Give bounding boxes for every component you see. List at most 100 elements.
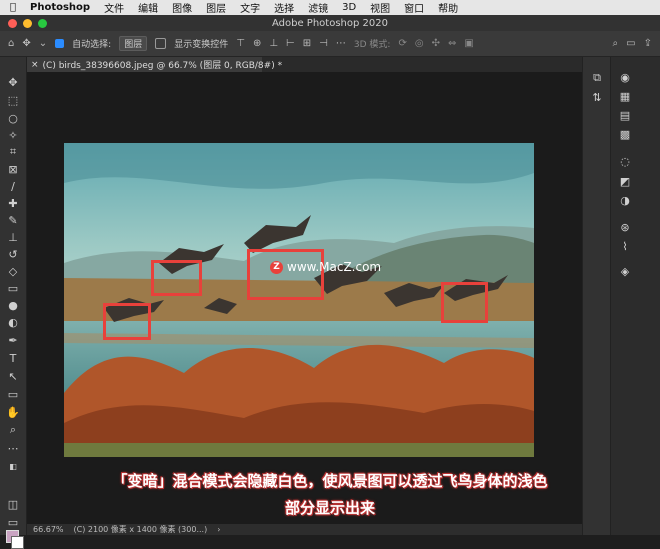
menu-type[interactable]: 文字 — [240, 0, 260, 15]
channels-panel-icon[interactable]: ⊛ — [617, 221, 633, 234]
gradient-tool-icon[interactable]: ▭ — [5, 281, 21, 295]
align-top-icon[interactable]: ⊤ — [236, 38, 245, 49]
mac-menubar:  Photoshop 文件 编辑 图像 图层 文字 选择 滤镜 3D 视图 窗… — [0, 0, 660, 15]
share-icon[interactable]: ⇪ — [644, 38, 652, 49]
patterns-panel-icon[interactable]: ▩ — [617, 128, 633, 141]
3d-pan-icon[interactable]: ✣ — [432, 38, 440, 49]
paths-panel-icon[interactable]: ⌇ — [617, 240, 633, 253]
menu-select[interactable]: 选择 — [274, 0, 294, 15]
color-panel-icon[interactable]: ◉ — [617, 71, 633, 84]
background-color-swatch[interactable] — [11, 536, 24, 549]
menu-image[interactable]: 图像 — [172, 0, 192, 15]
auto-select-label: 自动选择: — [72, 40, 112, 50]
auto-select-dropdown[interactable]: 图层 — [119, 36, 148, 51]
healing-brush-icon[interactable]: ✚ — [5, 196, 21, 210]
adjustments-panel-icon[interactable]: ◩ — [617, 175, 633, 188]
auto-select-checkbox[interactable] — [55, 39, 65, 48]
zoom-window-button[interactable] — [38, 19, 47, 28]
distribute-icon[interactable]: ⋯ — [336, 38, 346, 49]
tab-document[interactable]: × (C) birds_38396608.jpeg @ 66.7% (图层 0,… — [27, 57, 282, 72]
document-tab-title: (C) birds_38396608.jpeg @ 66.7% (图层 0, R… — [42, 61, 283, 71]
chevron-down-icon[interactable]: ⌄ — [39, 38, 47, 49]
close-icon[interactable]: × — [31, 60, 39, 70]
home-icon[interactable]: ⌂ — [8, 38, 14, 49]
highlight-box — [247, 249, 324, 300]
align-center-icon[interactable]: ⊞ — [303, 38, 311, 49]
zoom-level[interactable]: 66.67% — [33, 525, 64, 534]
menu-window[interactable]: 窗口 — [404, 0, 424, 15]
watermark-text: www.MacZ.com — [287, 260, 382, 274]
document-info: (C) 2100 像素 x 1400 像素 (300...) — [73, 525, 208, 534]
swatches-panel-icon[interactable]: ▦ — [617, 90, 633, 103]
options-bar: ⌂ ✥ ⌄ 自动选择: 图层 显示变换控件 ⊤ ⊕ ⊥ ⊢ ⊞ ⊣ ⋯ 3D 模… — [0, 31, 660, 57]
panel-dock-collapsed: ⧉ ⇅ — [582, 57, 611, 535]
lasso-tool-icon[interactable]: ○ — [5, 111, 21, 125]
highlight-box — [103, 303, 151, 340]
workspace-icon[interactable]: ▭ — [626, 38, 635, 49]
document-tab-bar: × (C) birds_38396608.jpeg @ 66.7% (图层 0,… — [27, 57, 582, 72]
align-middle-icon[interactable]: ⊕ — [253, 38, 261, 49]
align-left-icon[interactable]: ⊢ — [286, 38, 295, 49]
caption-line-1: 「变暗」混合模式会隐藏白色，使风景图可以透过飞鸟身体的浅色 — [112, 472, 548, 490]
history-panel-icon[interactable]: ⧉ — [589, 71, 605, 85]
hand-tool-icon[interactable]: ✋ — [5, 405, 21, 419]
3d-roll-icon[interactable]: ◎ — [415, 38, 424, 49]
chevron-right-icon[interactable]: › — [217, 525, 220, 534]
3d-rotate-icon[interactable]: ⟳ — [398, 38, 406, 49]
styles-panel-icon[interactable]: ◑ — [617, 194, 633, 207]
crop-tool-icon[interactable]: ⌗ — [5, 145, 21, 159]
properties-panel-icon[interactable]: ⇅ — [589, 91, 605, 104]
close-window-button[interactable] — [8, 19, 17, 28]
move-tool-icon[interactable]: ✥ — [5, 75, 21, 89]
search-icon[interactable]: ⌕ — [613, 38, 619, 49]
more-tools-icon[interactable]: ⋯ — [5, 441, 21, 455]
zoom-tool-icon[interactable]: ⌕ — [5, 423, 21, 437]
toolbar: ✥ ⬚ ○ ✧ ⌗ ⊠ ∕ ✚ ✎ ⊥ ↺ ◇ ▭ ● ◐ ✒ T ↖ ▭ ✋ … — [0, 57, 27, 549]
title-bar: Adobe Photoshop 2020 — [0, 15, 660, 31]
move-tool-icon[interactable]: ✥ — [22, 38, 30, 49]
window-controls — [8, 19, 47, 28]
apple-icon[interactable]:  — [10, 2, 16, 13]
align-right-icon[interactable]: ⊣ — [319, 38, 328, 49]
eyedropper-icon[interactable]: ∕ — [5, 179, 21, 193]
dodge-tool-icon[interactable]: ◐ — [5, 315, 21, 329]
magic-wand-icon[interactable]: ✧ — [5, 128, 21, 142]
menu-file[interactable]: 文件 — [104, 0, 124, 15]
shape-tool-icon[interactable]: ▭ — [5, 387, 21, 401]
menu-view[interactable]: 视图 — [370, 0, 390, 15]
pen-tool-icon[interactable]: ✒ — [5, 333, 21, 347]
menu-help[interactable]: 帮助 — [438, 0, 458, 15]
learn-panel-icon[interactable]: ◌ — [617, 155, 633, 168]
watermark-logo: Z — [270, 260, 283, 274]
menu-app-name[interactable]: Photoshop — [30, 2, 90, 13]
highlight-box — [441, 282, 488, 323]
show-transform-checkbox[interactable] — [155, 38, 167, 49]
highlight-box — [151, 260, 202, 296]
eraser-tool-icon[interactable]: ◇ — [5, 264, 21, 278]
3d-scale-icon[interactable]: ▣ — [464, 38, 473, 49]
menu-3d[interactable]: 3D — [342, 2, 356, 13]
frame-tool-icon[interactable]: ⊠ — [5, 162, 21, 176]
window-title: Adobe Photoshop 2020 — [272, 17, 388, 29]
blur-tool-icon[interactable]: ● — [5, 298, 21, 312]
menu-filter[interactable]: 滤镜 — [308, 0, 328, 15]
history-brush-icon[interactable]: ↺ — [5, 247, 21, 261]
gradients-panel-icon[interactable]: ▤ — [617, 109, 633, 122]
layers-panel-icon[interactable]: ◈ — [617, 265, 633, 278]
status-bar: 66.67% (C) 2100 像素 x 1400 像素 (300...) › — [27, 524, 582, 535]
stamp-tool-icon[interactable]: ⊥ — [5, 230, 21, 244]
brush-tool-icon[interactable]: ✎ — [5, 213, 21, 227]
menu-edit[interactable]: 编辑 — [138, 0, 158, 15]
menu-layer[interactable]: 图层 — [206, 0, 226, 15]
watermark: Z www.MacZ.com — [270, 260, 381, 274]
type-tool-icon[interactable]: T — [5, 351, 21, 365]
marquee-tool-icon[interactable]: ⬚ — [5, 93, 21, 107]
caption-line-2: 部分显示出来 — [284, 499, 375, 517]
3d-mode-label: 3D 模式: — [353, 40, 391, 50]
3d-slide-icon[interactable]: ⇔ — [448, 38, 456, 49]
panel-dock: ◉ ▦ ▤ ▩ ◌ ◩ ◑ ⊛ ⌇ ◈ — [610, 57, 660, 535]
show-transform-label: 显示变换控件 — [174, 40, 229, 50]
minimize-window-button[interactable] — [23, 19, 32, 28]
path-select-icon[interactable]: ↖ — [5, 369, 21, 383]
align-bottom-icon[interactable]: ⊥ — [269, 38, 278, 49]
